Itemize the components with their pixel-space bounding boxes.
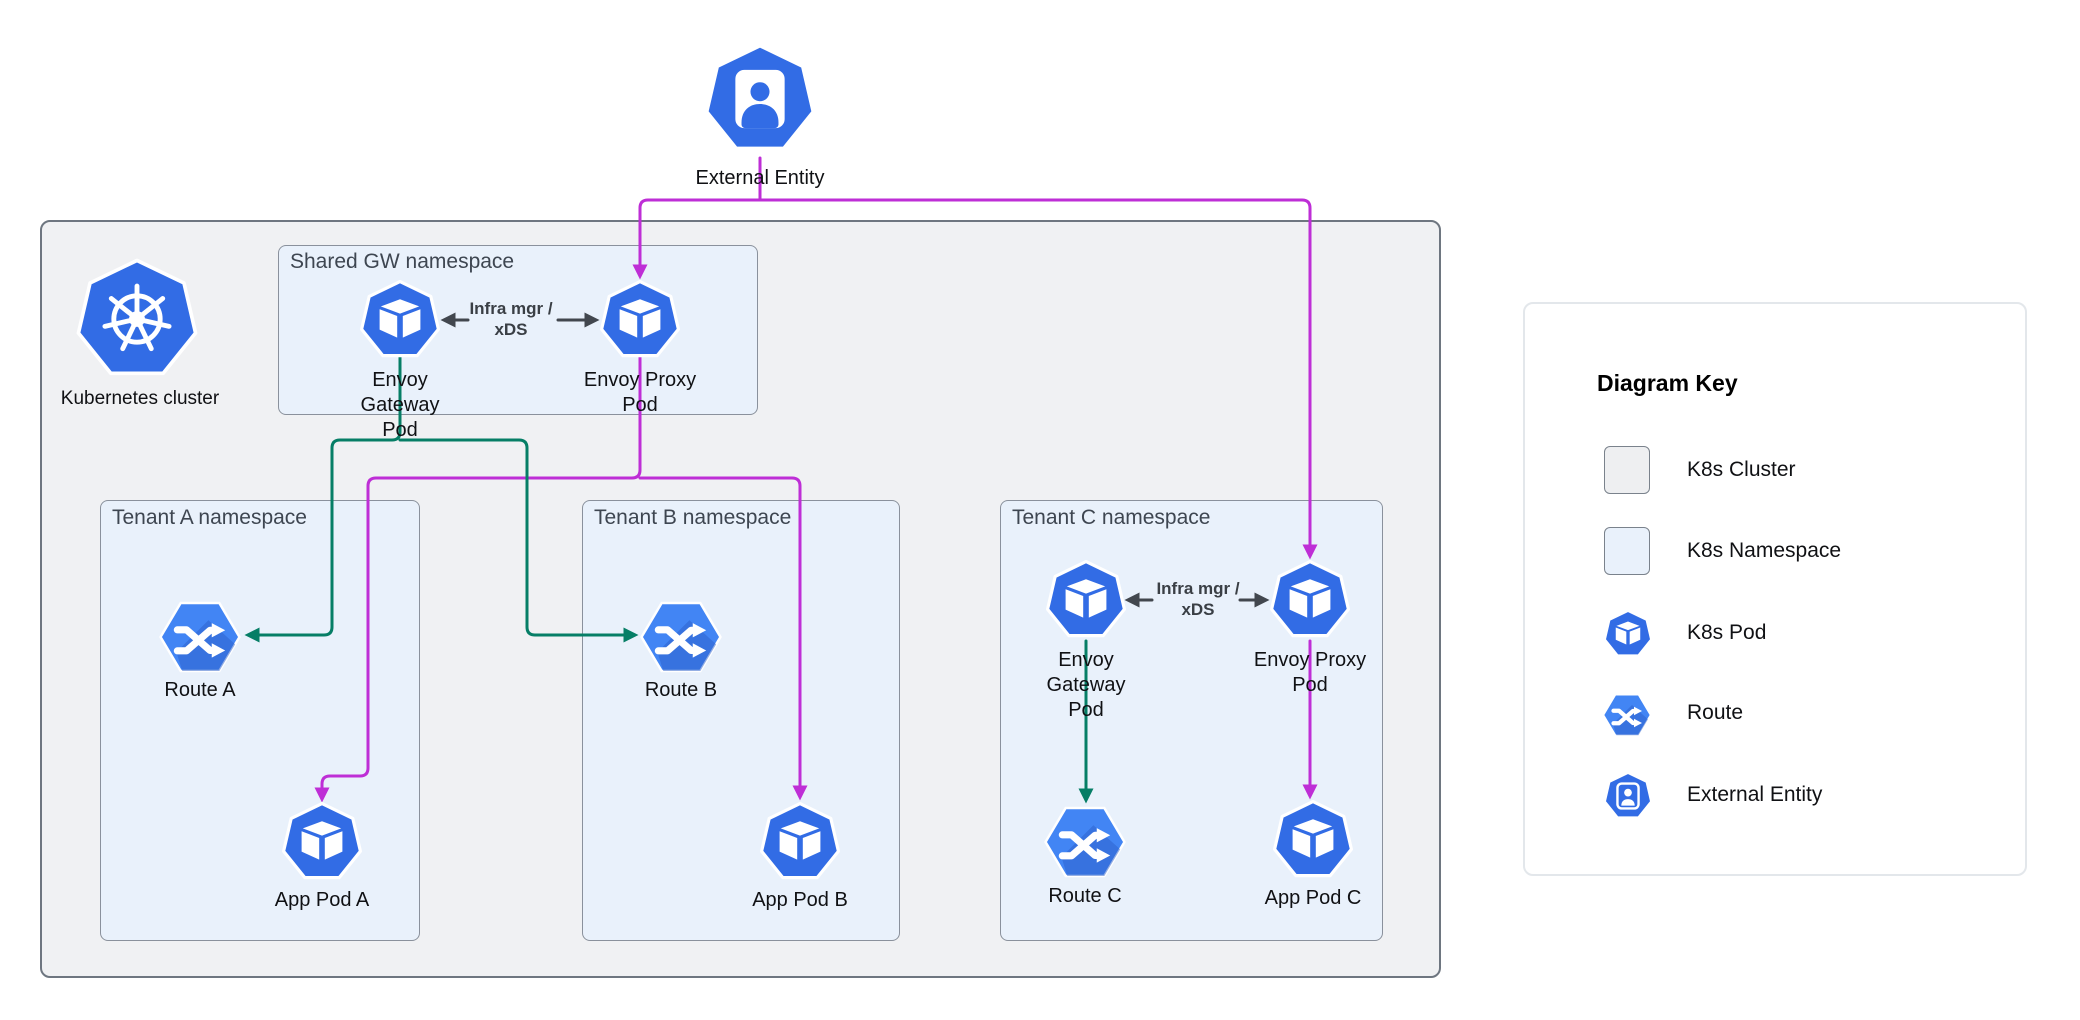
external-entity-icon [1604,772,1652,820]
diagram-canvas: Shared GW namespace Tenant A namespace T… [0,0,2080,1020]
k8s-pod-icon [1273,800,1353,880]
route-icon [1043,805,1127,879]
route-icon [639,600,723,674]
k8s-pod-icon [760,802,840,882]
legend-label-external-entity: External Entity [1687,783,1822,807]
route-b-label: Route B [621,678,741,703]
k8s-cluster-swatch [1604,446,1650,494]
route-icon [1602,693,1652,737]
app-pod-b-label: App Pod B [730,888,870,913]
tenantc-xds-link-label: Infra mgr / xDS [1143,578,1253,620]
k8s-pod-icon [282,802,362,882]
kubernetes-cluster-label: Kubernetes cluster [30,386,250,411]
kubernetes-logo-icon [76,258,198,380]
shared-gw-namespace-title: Shared GW namespace [290,250,514,274]
tenantc-proxy-pod-label: Envoy Proxy Pod [1250,648,1370,698]
route-icon [158,600,242,674]
tenantc-gateway-pod-label: Envoy Gateway Pod [1026,648,1146,723]
k8s-pod-icon [1604,610,1652,658]
k8s-pod-icon [600,280,680,360]
legend-label-pod: K8s Pod [1687,621,1766,645]
tenant-c-namespace-title: Tenant C namespace [1012,506,1210,530]
legend-label-route: Route [1687,701,1743,725]
shared-xds-link-label: Infra mgr / xDS [456,298,566,340]
k8s-namespace-swatch [1604,527,1650,575]
app-pod-a-label: App Pod A [252,888,392,913]
k8s-pod-icon [1270,560,1350,640]
app-pod-c-label: App Pod C [1243,886,1383,911]
tenant-b-namespace-title: Tenant B namespace [594,506,791,530]
legend-label-namespace: K8s Namespace [1687,539,1841,563]
diagram-key-title: Diagram Key [1597,370,1738,397]
tenant-a-namespace-box [100,500,420,941]
external-entity-icon [704,43,816,155]
shared-gateway-pod-label: Envoy Gateway Pod [340,368,460,443]
tenant-b-namespace-box [582,500,900,941]
legend-label-cluster: K8s Cluster [1687,458,1796,482]
shared-proxy-pod-label: Envoy Proxy Pod [580,368,700,418]
route-a-label: Route A [140,678,260,703]
external-entity-label: External Entity [660,166,860,191]
k8s-pod-icon [1046,560,1126,640]
k8s-pod-icon [360,280,440,360]
tenant-a-namespace-title: Tenant A namespace [112,506,307,530]
route-c-label: Route C [1025,884,1145,909]
